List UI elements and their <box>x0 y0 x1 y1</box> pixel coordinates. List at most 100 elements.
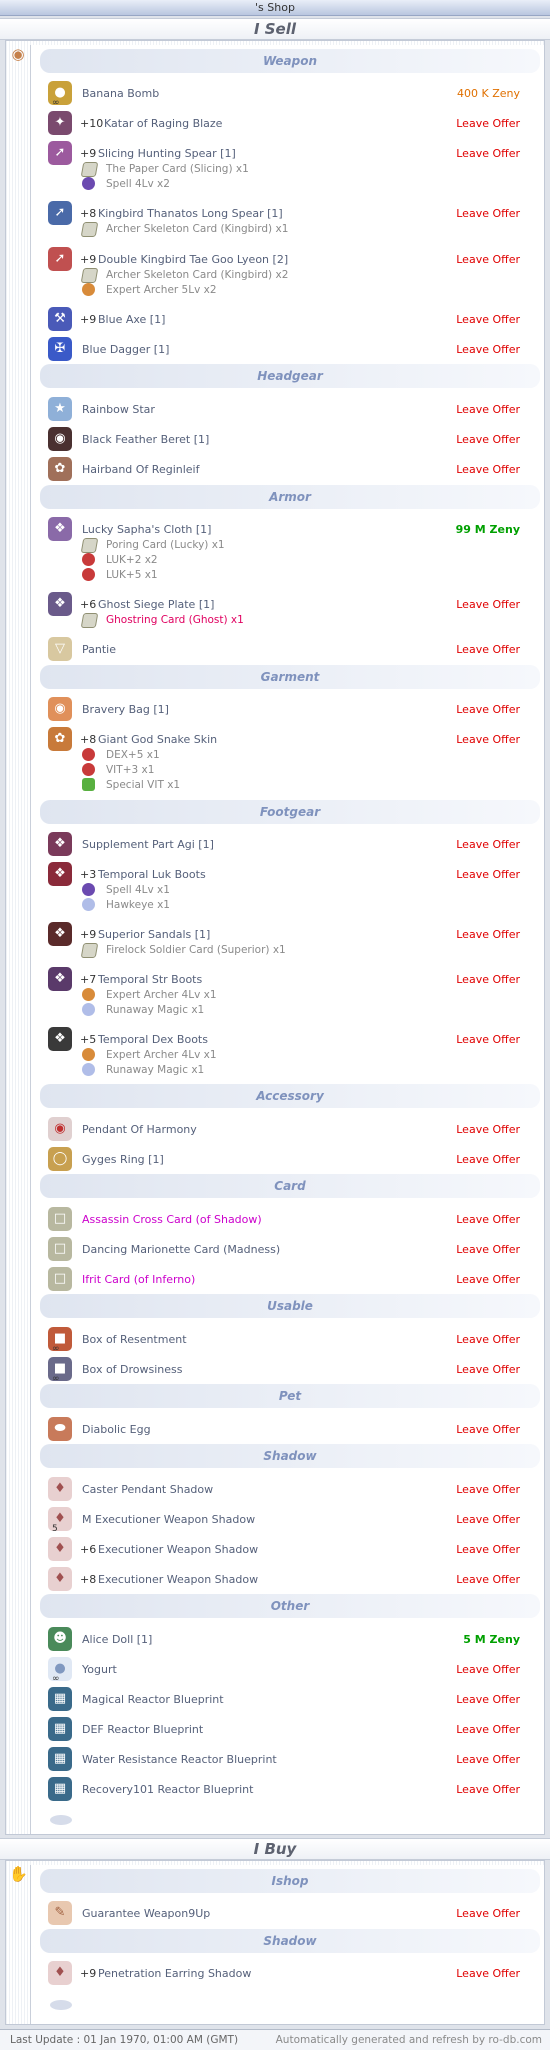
boots-icon: ❖ <box>48 832 72 856</box>
price[interactable]: Leave Offer <box>456 1783 520 1796</box>
list-item[interactable]: ⬬ Diabolic Egg Leave Offer <box>46 1417 522 1442</box>
list-item[interactable]: ▦ DEF Reactor Blueprint Leave Offer <box>46 1717 522 1742</box>
price[interactable]: Leave Offer <box>456 973 520 986</box>
list-item[interactable]: ♦ +8 Executioner Weapon Shadow Leave Off… <box>46 1567 522 1592</box>
orb-icon <box>82 1063 95 1076</box>
price[interactable]: Leave Offer <box>456 147 520 160</box>
price[interactable]: Leave Offer <box>456 1663 520 1676</box>
price[interactable]: Leave Offer <box>456 403 520 416</box>
list-item[interactable]: ▦ Recovery101 Reactor Blueprint Leave Of… <box>46 1777 522 1802</box>
price[interactable]: 5 M Zeny <box>463 1633 520 1646</box>
list-item[interactable]: ■ ∞ Box of Drowsiness Leave Offer <box>46 1357 522 1384</box>
list-item[interactable]: ♦ +9 Penetration Earring Shadow Leave Of… <box>46 1961 522 1986</box>
list-item[interactable]: ◉ Black Feather Beret [1] Leave Offer <box>46 427 522 452</box>
boots-icon: ❖ <box>48 862 72 886</box>
list-item[interactable]: ♦ Caster Pendant Shadow Leave Offer <box>46 1477 522 1502</box>
egg-icon: ⬬ <box>48 1417 72 1441</box>
price[interactable]: Leave Offer <box>456 643 520 656</box>
card-icon <box>80 222 99 237</box>
pendant-icon: ◉ <box>48 1117 72 1141</box>
shop-title-bar: 's Shop <box>0 0 550 16</box>
generated-note: Automatically generated and refresh by r… <box>275 2034 542 2046</box>
footer: Last Update : 01 Jan 1970, 01:00 AM (GMT… <box>0 2029 550 2050</box>
list-item[interactable]: ■ ∞ Box of Resentment Leave Offer <box>46 1327 522 1354</box>
price[interactable]: Leave Offer <box>456 207 520 220</box>
price[interactable]: Leave Offer <box>456 1333 520 1346</box>
list-item[interactable]: ✎ Guarantee Weapon9Up Leave Offer <box>46 1901 522 1926</box>
list-item[interactable]: ✿ Hairband Of Reginleif Leave Offer <box>46 457 522 482</box>
price[interactable]: Leave Offer <box>456 1423 520 1436</box>
blueprint-icon: ▦ <box>48 1687 72 1711</box>
price[interactable]: Leave Offer <box>456 1363 520 1376</box>
price[interactable]: Leave Offer <box>456 868 520 881</box>
list-item[interactable]: □ Ifrit Card (of Inferno) Leave Offer <box>46 1267 522 1292</box>
price[interactable]: Leave Offer <box>456 343 520 356</box>
price[interactable]: Leave Offer <box>456 1573 520 1586</box>
list-item[interactable]: ❖ Supplement Part Agi [1] Leave Offer <box>46 832 522 857</box>
list-item[interactable]: ★ Rainbow Star Leave Offer <box>46 397 522 422</box>
list-item[interactable]: □ Assassin Cross Card (of Shadow) Leave … <box>46 1207 522 1232</box>
list-item[interactable]: ▽ Pantie Leave Offer <box>46 637 522 662</box>
price[interactable]: Leave Offer <box>456 733 520 746</box>
category-footgear: Footgear <box>40 800 540 824</box>
price[interactable]: 99 M Zeny <box>456 523 520 536</box>
price[interactable]: Leave Offer <box>456 703 520 716</box>
price[interactable]: Leave Offer <box>456 1907 520 1920</box>
price[interactable]: Leave Offer <box>456 1033 520 1046</box>
price[interactable]: Leave Offer <box>456 928 520 941</box>
category-card: Card <box>40 1174 540 1198</box>
list-item[interactable]: ● ∞ Banana Bomb 400 K Zeny <box>46 81 522 108</box>
banana-bomb-icon: ● ∞ <box>48 81 72 108</box>
card-icon <box>80 943 99 958</box>
list-item[interactable]: ▦ Magical Reactor Blueprint Leave Offer <box>46 1687 522 1712</box>
category-garment: Garment <box>40 665 540 689</box>
list-item[interactable]: ♦ +6 Executioner Weapon Shadow Leave Off… <box>46 1537 522 1562</box>
price[interactable]: Leave Offer <box>456 1753 520 1766</box>
price[interactable]: Leave Offer <box>456 313 520 326</box>
price[interactable]: Leave Offer <box>456 1153 520 1166</box>
orb-icon <box>82 553 95 566</box>
card-icon <box>80 613 99 628</box>
sell-section-title: I Sell <box>0 18 550 40</box>
price[interactable]: Leave Offer <box>456 117 520 130</box>
spear-icon: ➚ <box>48 247 72 271</box>
shadow-icon: ♦ 5 <box>48 1507 72 1534</box>
list-item[interactable]: ◉ Bravery Bag [1] Leave Offer <box>46 697 522 722</box>
list-item[interactable]: ● ∞ Yogurt Leave Offer <box>46 1657 522 1684</box>
list-item[interactable]: □ Dancing Marionette Card (Madness) Leav… <box>46 1237 522 1262</box>
list-item[interactable]: ✠ Blue Dagger [1] Leave Offer <box>46 337 522 362</box>
list-item[interactable]: ✦ +10 Katar of Raging Blaze Leave Offer <box>46 111 522 136</box>
category-other: Other <box>40 1594 540 1618</box>
price[interactable]: Leave Offer <box>456 1543 520 1556</box>
category-shadow: Shadow <box>40 1444 540 1468</box>
list-item[interactable]: ◉ Pendant Of Harmony Leave Offer <box>46 1117 522 1142</box>
price[interactable]: Leave Offer <box>456 1693 520 1706</box>
ring-icon: ◯ <box>48 1147 72 1171</box>
category-pet: Pet <box>40 1384 540 1408</box>
price[interactable]: Leave Offer <box>456 1723 520 1736</box>
orb-icon <box>82 568 95 581</box>
price[interactable]: Leave Offer <box>456 463 520 476</box>
price[interactable]: Leave Offer <box>456 1483 520 1496</box>
price[interactable]: Leave Offer <box>456 838 520 851</box>
orb-icon <box>82 177 95 190</box>
list-item[interactable]: ⚒ +9 Blue Axe [1] Leave Offer <box>46 307 522 332</box>
price[interactable]: Leave Offer <box>456 1123 520 1136</box>
list-item[interactable]: ☻ Alice Doll [1] 5 M Zeny <box>46 1627 522 1652</box>
price[interactable]: Leave Offer <box>456 1513 520 1526</box>
price[interactable]: Leave Offer <box>456 1967 520 1980</box>
category-accessory: Accessory <box>40 1084 540 1108</box>
list-item[interactable]: ▦ Water Resistance Reactor Blueprint Lea… <box>46 1747 522 1772</box>
list-item[interactable]: ♦ 5 M Executioner Weapon Shadow Leave Off… <box>46 1507 522 1534</box>
list-item[interactable]: ◯ Gyges Ring [1] Leave Offer <box>46 1147 522 1172</box>
price[interactable]: Leave Offer <box>456 1243 520 1256</box>
price[interactable]: Leave Offer <box>456 598 520 611</box>
price[interactable]: Leave Offer <box>456 1273 520 1286</box>
price[interactable]: Leave Offer <box>456 433 520 446</box>
price[interactable]: 400 K Zeny <box>457 87 520 100</box>
card-icon <box>80 162 99 177</box>
price[interactable]: Leave Offer <box>456 253 520 266</box>
price[interactable]: Leave Offer <box>456 1213 520 1226</box>
scroll-icon: ✎ <box>48 1901 72 1925</box>
box-icon: ■ ∞ <box>48 1327 72 1354</box>
